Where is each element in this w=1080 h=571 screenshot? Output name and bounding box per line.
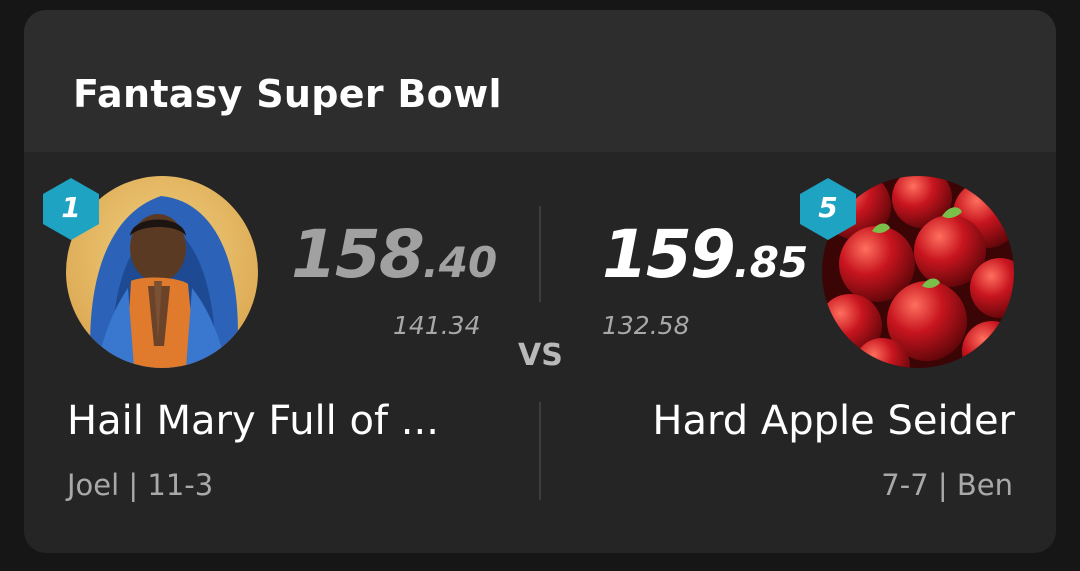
matchup-card[interactable]: Fantasy Super Bowl 1 158.40 141.34 Hail … bbox=[24, 10, 1056, 553]
score-left-integer: 158 bbox=[291, 216, 425, 293]
seed-number-right: 5 bbox=[818, 191, 838, 224]
score-right-integer: 159 bbox=[602, 216, 736, 293]
card-header: Fantasy Super Bowl bbox=[24, 10, 1056, 152]
score-right: 159.85 bbox=[602, 216, 808, 293]
projection-right: 132.58 bbox=[602, 311, 690, 340]
score-left: 158.40 bbox=[291, 216, 497, 293]
center-divider-bottom bbox=[539, 402, 541, 500]
vs-label: VS bbox=[518, 338, 563, 373]
projection-left: 141.34 bbox=[393, 311, 481, 340]
owner-record-right: 7-7 | Ben bbox=[881, 468, 1013, 502]
owner-record-left: Joel | 11-3 bbox=[67, 468, 214, 502]
seed-badge-left: 1 bbox=[38, 176, 104, 242]
center-divider-top bbox=[539, 206, 541, 302]
team-name-left[interactable]: Hail Mary Full of ... bbox=[67, 398, 439, 444]
card-title: Fantasy Super Bowl bbox=[73, 72, 502, 116]
team-name-right[interactable]: Hard Apple Seider bbox=[652, 398, 1015, 444]
seed-badge-right: 5 bbox=[795, 176, 861, 242]
seed-number-left: 1 bbox=[61, 191, 81, 224]
score-right-decimal: .85 bbox=[733, 238, 809, 287]
score-left-decimal: .40 bbox=[422, 238, 498, 287]
